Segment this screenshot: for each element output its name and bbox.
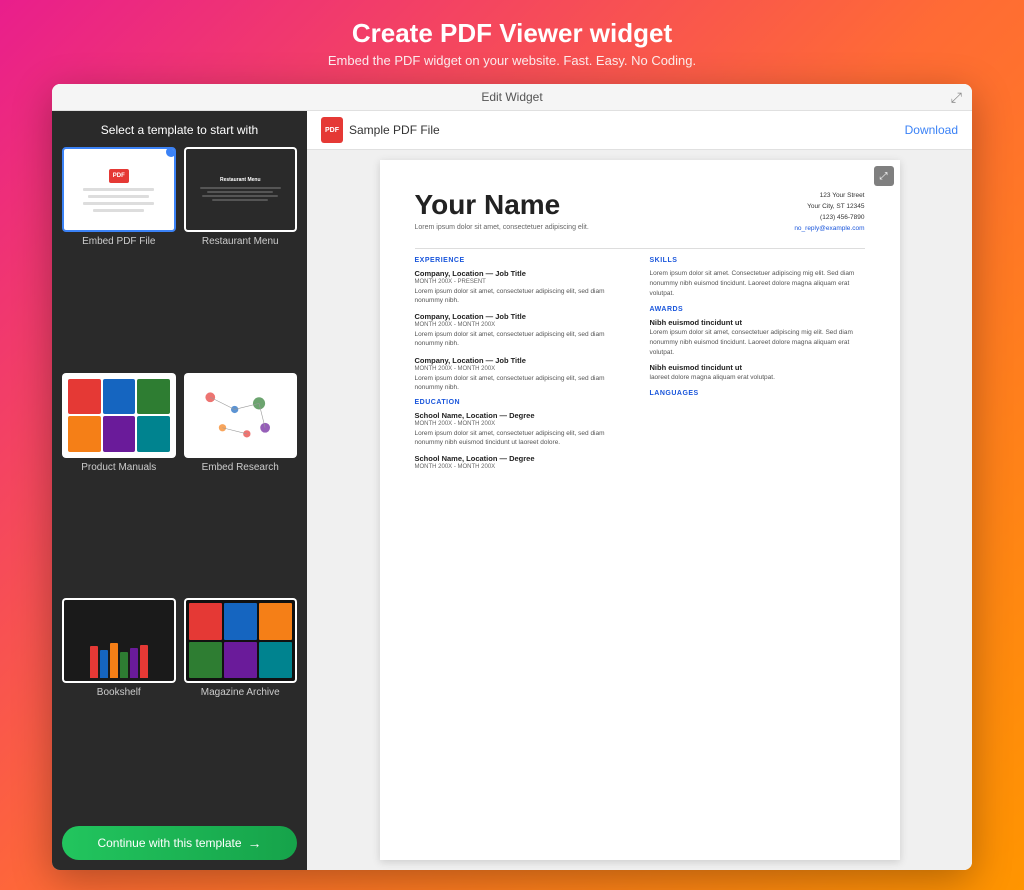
right-panel: PDF Sample PDF File Download ⤢ Your Name… xyxy=(307,111,972,870)
template-item-embed-research[interactable]: Embed Research xyxy=(184,373,298,591)
widget-window: Edit Widget ⤢ Select a template to start… xyxy=(52,84,972,870)
pdf-expand-icon[interactable]: ⤢ xyxy=(874,166,894,186)
awards-label: AWARDS xyxy=(650,306,865,313)
left-panel: Select a template to start with PDF Embe… xyxy=(52,111,307,870)
skills-text: Lorem ipsum dolor sit amet. Consectetuer… xyxy=(650,269,865,298)
template-grid: PDF Embed PDF File Restaurant Menu xyxy=(62,147,297,816)
pdf-filename: Sample PDF File xyxy=(349,123,440,137)
experience-label: EXPERIENCE xyxy=(415,257,630,264)
resume-left-column: EXPERIENCE Company, Location — Job Title… xyxy=(415,257,630,472)
languages-label: LANGUAGES xyxy=(650,390,865,397)
resume-tagline: Lorem ipsum dolor sit amet, consectetuer… xyxy=(415,224,589,231)
resume-contact: 123 Your Street Your City, ST 12345 (123… xyxy=(794,190,864,234)
template-thumb-embed-research[interactable] xyxy=(184,373,298,458)
job-3-desc: Lorem ipsum dolor sit amet, consectetuer… xyxy=(415,374,630,392)
select-template-label: Select a template to start with xyxy=(62,123,297,137)
page-subtitle: Embed the PDF widget on your website. Fa… xyxy=(328,53,696,68)
template-thumb-magazine-archive[interactable] xyxy=(184,598,298,683)
job-1-title: Company, Location — Job Title xyxy=(415,269,630,278)
continue-button[interactable]: Continue with this template → xyxy=(62,826,297,860)
template-item-magazine-archive[interactable]: Magazine Archive xyxy=(184,598,298,816)
job-3-title: Company, Location — Job Title xyxy=(415,356,630,365)
page-header: Create PDF Viewer widget Embed the PDF w… xyxy=(328,18,696,68)
pdf-file-info: PDF Sample PDF File xyxy=(321,117,440,143)
arrow-icon: → xyxy=(248,835,262,851)
resume-header: Your Name Lorem ipsum dolor sit amet, co… xyxy=(415,190,865,234)
window-title: Edit Widget xyxy=(481,90,542,104)
resume-columns: EXPERIENCE Company, Location — Job Title… xyxy=(415,257,865,472)
school-1-title: School Name, Location — Degree xyxy=(415,411,630,420)
template-item-product-manuals[interactable]: Product Manuals xyxy=(62,373,176,591)
award-1-desc: Lorem ipsum dolor sit amet, consectetuer… xyxy=(650,328,865,357)
pdf-page: ⤢ Your Name Lorem ipsum dolor sit amet, … xyxy=(380,160,900,860)
pdf-download-button[interactable]: Download xyxy=(905,123,958,137)
award-2-title: Nibh euismod tincidunt ut xyxy=(650,363,865,372)
job-2-desc: Lorem ipsum dolor sit amet, consectetuer… xyxy=(415,330,630,348)
template-name-embed-pdf: Embed PDF File xyxy=(82,236,155,247)
resume-right-column: SKILLS Lorem ipsum dolor sit amet. Conse… xyxy=(650,257,865,472)
template-name-embed-research: Embed Research xyxy=(202,462,279,473)
award-2-desc: laoreet dolore magna aliquam erat volutp… xyxy=(650,373,865,383)
resume-address: 123 Your Street xyxy=(794,190,864,201)
job-1-desc: Lorem ipsum dolor sit amet, consectetuer… xyxy=(415,287,630,305)
template-name-magazine-archive: Magazine Archive xyxy=(201,687,280,698)
template-thumb-restaurant-menu[interactable]: Restaurant Menu xyxy=(184,147,298,232)
window-body: Select a template to start with PDF Embe… xyxy=(52,111,972,870)
job-3-date: MONTH 200X - MONTH 200X xyxy=(415,366,630,372)
pdf-toolbar: PDF Sample PDF File Download xyxy=(307,111,972,150)
pdf-icon: PDF xyxy=(321,117,343,143)
page-title: Create PDF Viewer widget xyxy=(328,18,696,49)
template-thumb-embed-pdf[interactable]: PDF xyxy=(62,147,176,232)
template-name-product-manuals: Product Manuals xyxy=(81,462,156,473)
window-expand-button[interactable]: ⤢ xyxy=(951,89,962,106)
resume-city: Your City, ST 12345 xyxy=(794,201,864,212)
template-thumb-bookshelf[interactable] xyxy=(62,598,176,683)
skills-label: SKILLS xyxy=(650,257,865,264)
template-item-restaurant-menu[interactable]: Restaurant Menu Restaurant Menu xyxy=(184,147,298,365)
school-2-title: School Name, Location — Degree xyxy=(415,454,630,463)
resume-email: no_reply@example.com xyxy=(794,223,864,234)
award-1-title: Nibh euismod tincidunt ut xyxy=(650,318,865,327)
resume-divider xyxy=(415,248,865,249)
template-name-bookshelf: Bookshelf xyxy=(97,687,141,698)
resume-phone: (123) 456-7890 xyxy=(794,212,864,223)
template-item-bookshelf[interactable]: Bookshelf xyxy=(62,598,176,816)
pdf-viewer-area[interactable]: ⤢ Your Name Lorem ipsum dolor sit amet, … xyxy=(307,150,972,870)
school-2-date: MONTH 200X - MONTH 200X xyxy=(415,464,630,470)
template-thumb-product-manuals[interactable] xyxy=(62,373,176,458)
resume-name: Your Name xyxy=(415,190,589,221)
education-label: EDUCATION xyxy=(415,399,630,406)
job-1-date: MONTH 200X - PRESENT xyxy=(415,279,630,285)
window-titlebar: Edit Widget ⤢ xyxy=(52,84,972,111)
template-item-embed-pdf[interactable]: PDF Embed PDF File xyxy=(62,147,176,365)
job-2-date: MONTH 200X - MONTH 200X xyxy=(415,322,630,328)
school-1-desc: Lorem ipsum dolor sit amet, consectetuer… xyxy=(415,429,630,447)
template-name-restaurant-menu: Restaurant Menu xyxy=(202,236,279,247)
job-2-title: Company, Location — Job Title xyxy=(415,312,630,321)
school-1-date: MONTH 200X - MONTH 200X xyxy=(415,421,630,427)
